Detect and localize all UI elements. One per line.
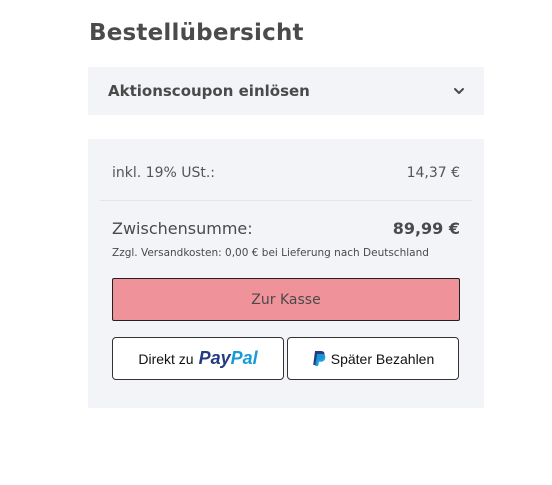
paypal-pay-later-button[interactable]: Später Bezahlen	[287, 337, 459, 380]
paypal-later-label: Später Bezahlen	[330, 350, 435, 367]
coupon-label: Aktionscoupon einlösen	[108, 82, 310, 100]
subtotal-value: 89,99 €	[392, 219, 460, 238]
divider	[100, 200, 472, 201]
checkout-button[interactable]: Zur Kasse	[112, 278, 460, 321]
paypal-logo-pay: Pay	[198, 348, 231, 368]
checkout-button-label: Zur Kasse	[251, 291, 321, 308]
page-title: Bestellübersicht	[89, 20, 304, 46]
tax-label: inkl. 19% USt.:	[112, 165, 216, 181]
chevron-down-icon[interactable]	[452, 84, 466, 98]
coupon-accordion[interactable]: Aktionscoupon einlösen	[88, 67, 484, 115]
paypal-direct-button[interactable]: Direkt zu PayPal	[112, 337, 284, 380]
order-summary-panel: inkl. 19% USt.: 14,37 € Zwischensumme: 8…	[88, 139, 484, 408]
shipping-note: Zzgl. Versandkosten: 0,00 € bei Lieferun…	[112, 247, 429, 259]
paypal-logo-pal: Pal	[230, 348, 258, 368]
paypal-logo: PayPal	[199, 348, 258, 369]
subtotal-label: Zwischensumme:	[112, 219, 253, 238]
paypal-direct-prefix: Direkt zu	[138, 350, 194, 367]
tax-value: 14,37 €	[406, 165, 460, 181]
paypal-icon	[312, 351, 326, 366]
